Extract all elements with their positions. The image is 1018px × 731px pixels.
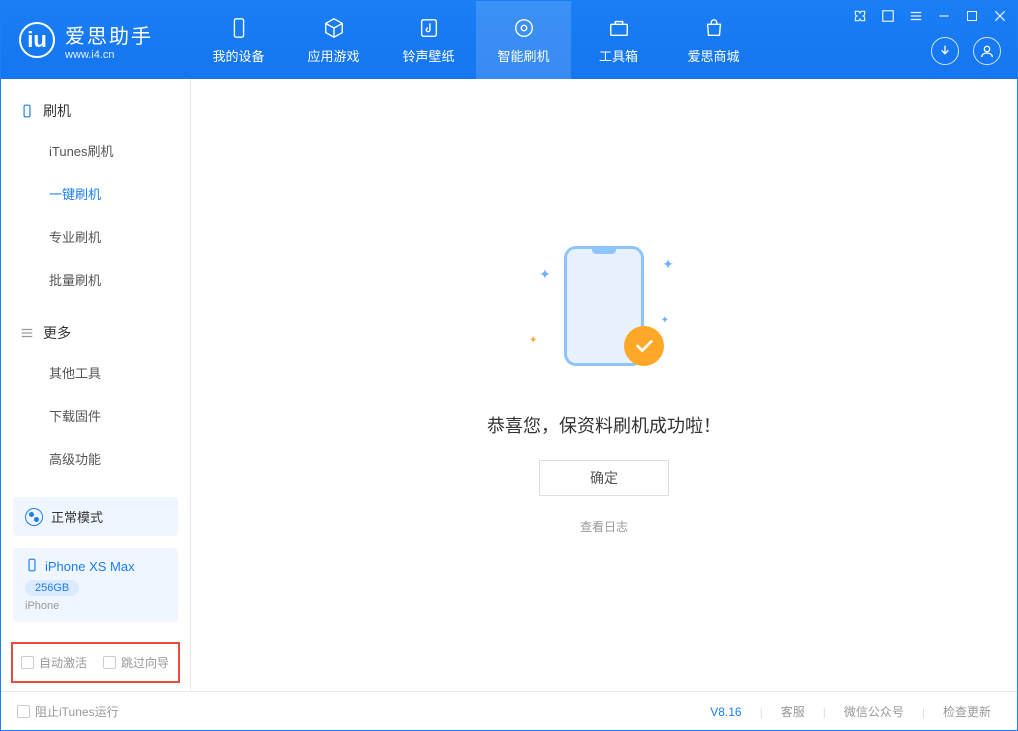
user-button[interactable] (973, 37, 1001, 65)
mode-label: 正常模式 (51, 507, 103, 526)
logo-area: iu 爱思助手 www.i4.cn (1, 20, 191, 61)
success-message: 恭喜您，保资料刷机成功啦！ (487, 412, 721, 438)
footer-link-wechat[interactable]: 微信公众号 (834, 703, 914, 720)
device-storage-badge: 256GB (25, 580, 79, 596)
nav-my-device[interactable]: 我的设备 (191, 1, 286, 79)
list-icon (19, 325, 35, 341)
ok-button[interactable]: 确定 (539, 460, 669, 496)
block-itunes-checkbox[interactable]: 阻止iTunes运行 (17, 703, 119, 720)
logo-icon: iu (19, 22, 55, 58)
sidebar: 刷机 iTunes刷机 一键刷机 专业刷机 批量刷机 更多 其他工具 下载固件 … (1, 79, 191, 691)
gear-icon (512, 16, 536, 40)
sparkle-icon: ✦ (661, 315, 669, 326)
sidebar-item-advanced[interactable]: 高级功能 (1, 437, 190, 480)
skin-icon[interactable] (851, 7, 869, 25)
music-icon (417, 16, 441, 40)
checkbox-icon (21, 656, 34, 669)
checkbox-icon (17, 705, 30, 718)
cube-icon (322, 16, 346, 40)
window-controls (851, 7, 1009, 25)
header: iu 爱思助手 www.i4.cn 我的设备 应用游戏 铃声壁纸 智能刷机 工具… (1, 1, 1017, 79)
download-button[interactable] (931, 37, 959, 65)
app-subtitle: www.i4.cn (65, 49, 153, 61)
bag-icon (702, 16, 726, 40)
sidebar-item-other-tools[interactable]: 其他工具 (1, 351, 190, 394)
footer-link-update[interactable]: 检查更新 (933, 703, 1001, 720)
menu-icon[interactable] (879, 7, 897, 25)
nav-apps-games[interactable]: 应用游戏 (286, 1, 381, 79)
list-icon[interactable] (907, 7, 925, 25)
sidebar-item-oneclick-flash[interactable]: 一键刷机 (1, 172, 190, 215)
sidebar-section-flash: 刷机 (1, 93, 190, 129)
nav-ringtones[interactable]: 铃声壁纸 (381, 1, 476, 79)
main-nav: 我的设备 应用游戏 铃声壁纸 智能刷机 工具箱 爱思商城 (191, 1, 761, 79)
success-illustration: ✦ ✦ ✦ ✦ (534, 236, 674, 376)
toolbox-icon (607, 16, 631, 40)
app-title: 爱思助手 (65, 20, 153, 49)
checkbox-icon (103, 656, 116, 669)
skip-wizard-checkbox[interactable]: 跳过向导 (103, 654, 169, 671)
view-log-link[interactable]: 查看日志 (580, 518, 628, 535)
phone-icon (19, 103, 35, 119)
minimize-icon[interactable] (935, 7, 953, 25)
sidebar-item-pro-flash[interactable]: 专业刷机 (1, 215, 190, 258)
version-label: V8.16 (700, 705, 751, 719)
mode-icon (25, 508, 43, 526)
auto-activate-checkbox[interactable]: 自动激活 (21, 654, 87, 671)
sparkle-icon: ✦ (529, 335, 537, 346)
device-icon (227, 16, 251, 40)
nav-store[interactable]: 爱思商城 (666, 1, 761, 79)
nav-smart-flash[interactable]: 智能刷机 (476, 1, 571, 79)
sidebar-item-itunes-flash[interactable]: iTunes刷机 (1, 129, 190, 172)
footer-link-support[interactable]: 客服 (771, 703, 815, 720)
device-type-label: iPhone (25, 600, 166, 612)
sidebar-item-download-firmware[interactable]: 下载固件 (1, 394, 190, 437)
highlighted-options: 自动激活 跳过向导 (11, 642, 180, 683)
nav-toolbox[interactable]: 工具箱 (571, 1, 666, 79)
sparkle-icon: ✦ (539, 266, 551, 283)
footer: 阻止iTunes运行 V8.16 | 客服 | 微信公众号 | 检查更新 (1, 691, 1017, 731)
sidebar-item-batch-flash[interactable]: 批量刷机 (1, 258, 190, 301)
maximize-icon[interactable] (963, 7, 981, 25)
close-icon[interactable] (991, 7, 1009, 25)
device-phone-icon (25, 558, 39, 575)
device-name-label: iPhone XS Max (45, 559, 135, 574)
sparkle-icon: ✦ (662, 256, 674, 273)
main-content: ✦ ✦ ✦ ✦ 恭喜您，保资料刷机成功啦！ 确定 查看日志 (191, 79, 1017, 691)
mode-card[interactable]: 正常模式 (13, 497, 178, 536)
checkmark-icon (624, 326, 664, 366)
device-card[interactable]: iPhone XS Max 256GB iPhone (13, 548, 178, 622)
sidebar-section-more: 更多 (1, 315, 190, 351)
